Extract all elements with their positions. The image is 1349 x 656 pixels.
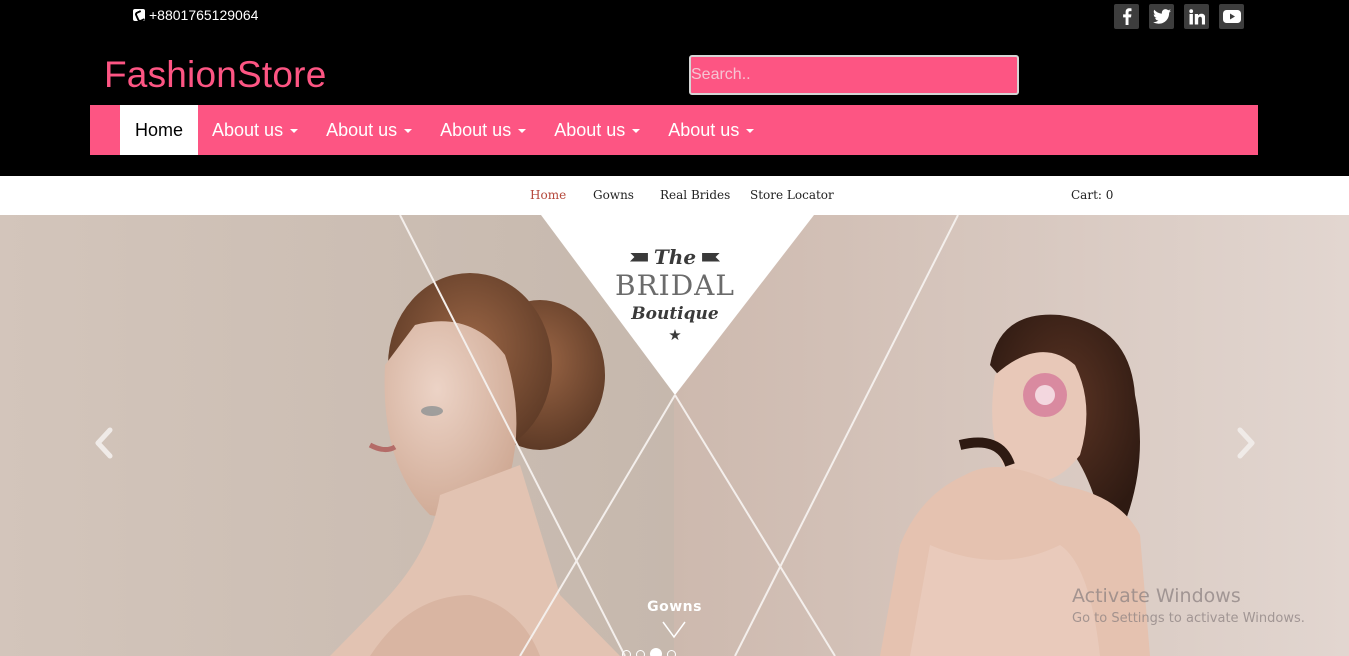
brand-logo[interactable]: FashionStore	[104, 54, 326, 96]
nav-item-about-us[interactable]: About us	[198, 105, 312, 155]
boutique-badge: The BRIDAL Boutique ★	[595, 245, 755, 345]
slider-pager	[622, 648, 676, 656]
slider-next-arrow[interactable]	[1232, 427, 1258, 459]
search-input[interactable]	[689, 55, 1019, 95]
ribbon-right-icon	[702, 252, 721, 262]
top-header: +8801765129064 FashionStore Home About u…	[0, 0, 1349, 176]
nav-item-label: About us	[554, 119, 626, 140]
hero-slider: The BRIDAL Boutique ★ Gowns Activate Win…	[0, 215, 1349, 656]
nav-item-about-us[interactable]: About us	[312, 105, 426, 155]
social-links	[1114, 4, 1244, 29]
badge-subtitle: Boutique	[631, 304, 719, 324]
caption-chevron-icon	[662, 621, 686, 639]
caret-down-icon	[404, 129, 413, 133]
phone-number: +8801765129064	[149, 7, 259, 23]
youtube-icon[interactable]	[1219, 4, 1244, 29]
subnav-real-brides[interactable]: Real Brides	[660, 188, 730, 202]
nav-item-about-us[interactable]: About us	[540, 105, 654, 155]
slider-dot[interactable]	[636, 649, 645, 656]
slider-prev-arrow[interactable]	[92, 427, 118, 459]
nav-item-home[interactable]: Home	[120, 105, 199, 155]
cart-link[interactable]: Cart: 0	[1071, 188, 1113, 202]
activate-windows-watermark: Activate Windows Go to Settings to activ…	[1072, 585, 1305, 626]
caret-down-icon	[746, 129, 755, 133]
subnav-home[interactable]: Home	[530, 188, 566, 202]
nav-item-label: About us	[440, 119, 512, 140]
badge-title: BRIDAL	[615, 269, 735, 302]
ribbon-left-icon	[629, 252, 648, 262]
nav-item-label: About us	[326, 119, 398, 140]
slider-dot[interactable]	[622, 649, 631, 656]
twitter-icon[interactable]	[1149, 4, 1174, 29]
main-navbar: Home About us About us About us About us…	[90, 105, 1258, 155]
chevron-right-icon	[1237, 427, 1255, 459]
nav-item-label: About us	[668, 119, 740, 140]
slider-dot[interactable]	[667, 649, 676, 656]
watermark-subtitle: Go to Settings to activate Windows.	[1072, 611, 1305, 626]
subnav-gowns[interactable]: Gowns	[593, 188, 634, 202]
caret-down-icon	[632, 129, 641, 133]
watermark-title: Activate Windows	[1072, 585, 1241, 607]
phone-contact: +8801765129064	[133, 7, 258, 23]
facebook-icon[interactable]	[1114, 4, 1139, 29]
nav-item-label: Home	[135, 119, 184, 140]
badge-the: The	[653, 245, 697, 269]
caret-down-icon	[518, 129, 527, 133]
subnav-store-locator[interactable]: Store Locator	[750, 188, 834, 202]
star-icon: ★	[668, 327, 682, 344]
linkedin-icon[interactable]	[1184, 4, 1209, 29]
nav-item-about-us[interactable]: About us	[654, 105, 768, 155]
nav-item-about-us[interactable]: About us	[426, 105, 540, 155]
phone-icon	[133, 9, 145, 21]
caret-down-icon	[290, 129, 299, 133]
slider-dot-active[interactable]	[650, 648, 662, 656]
secondary-nav: Home Gowns Real Brides Store Locator Car…	[0, 176, 1349, 215]
nav-item-label: About us	[212, 119, 284, 140]
chevron-left-icon	[95, 427, 113, 459]
